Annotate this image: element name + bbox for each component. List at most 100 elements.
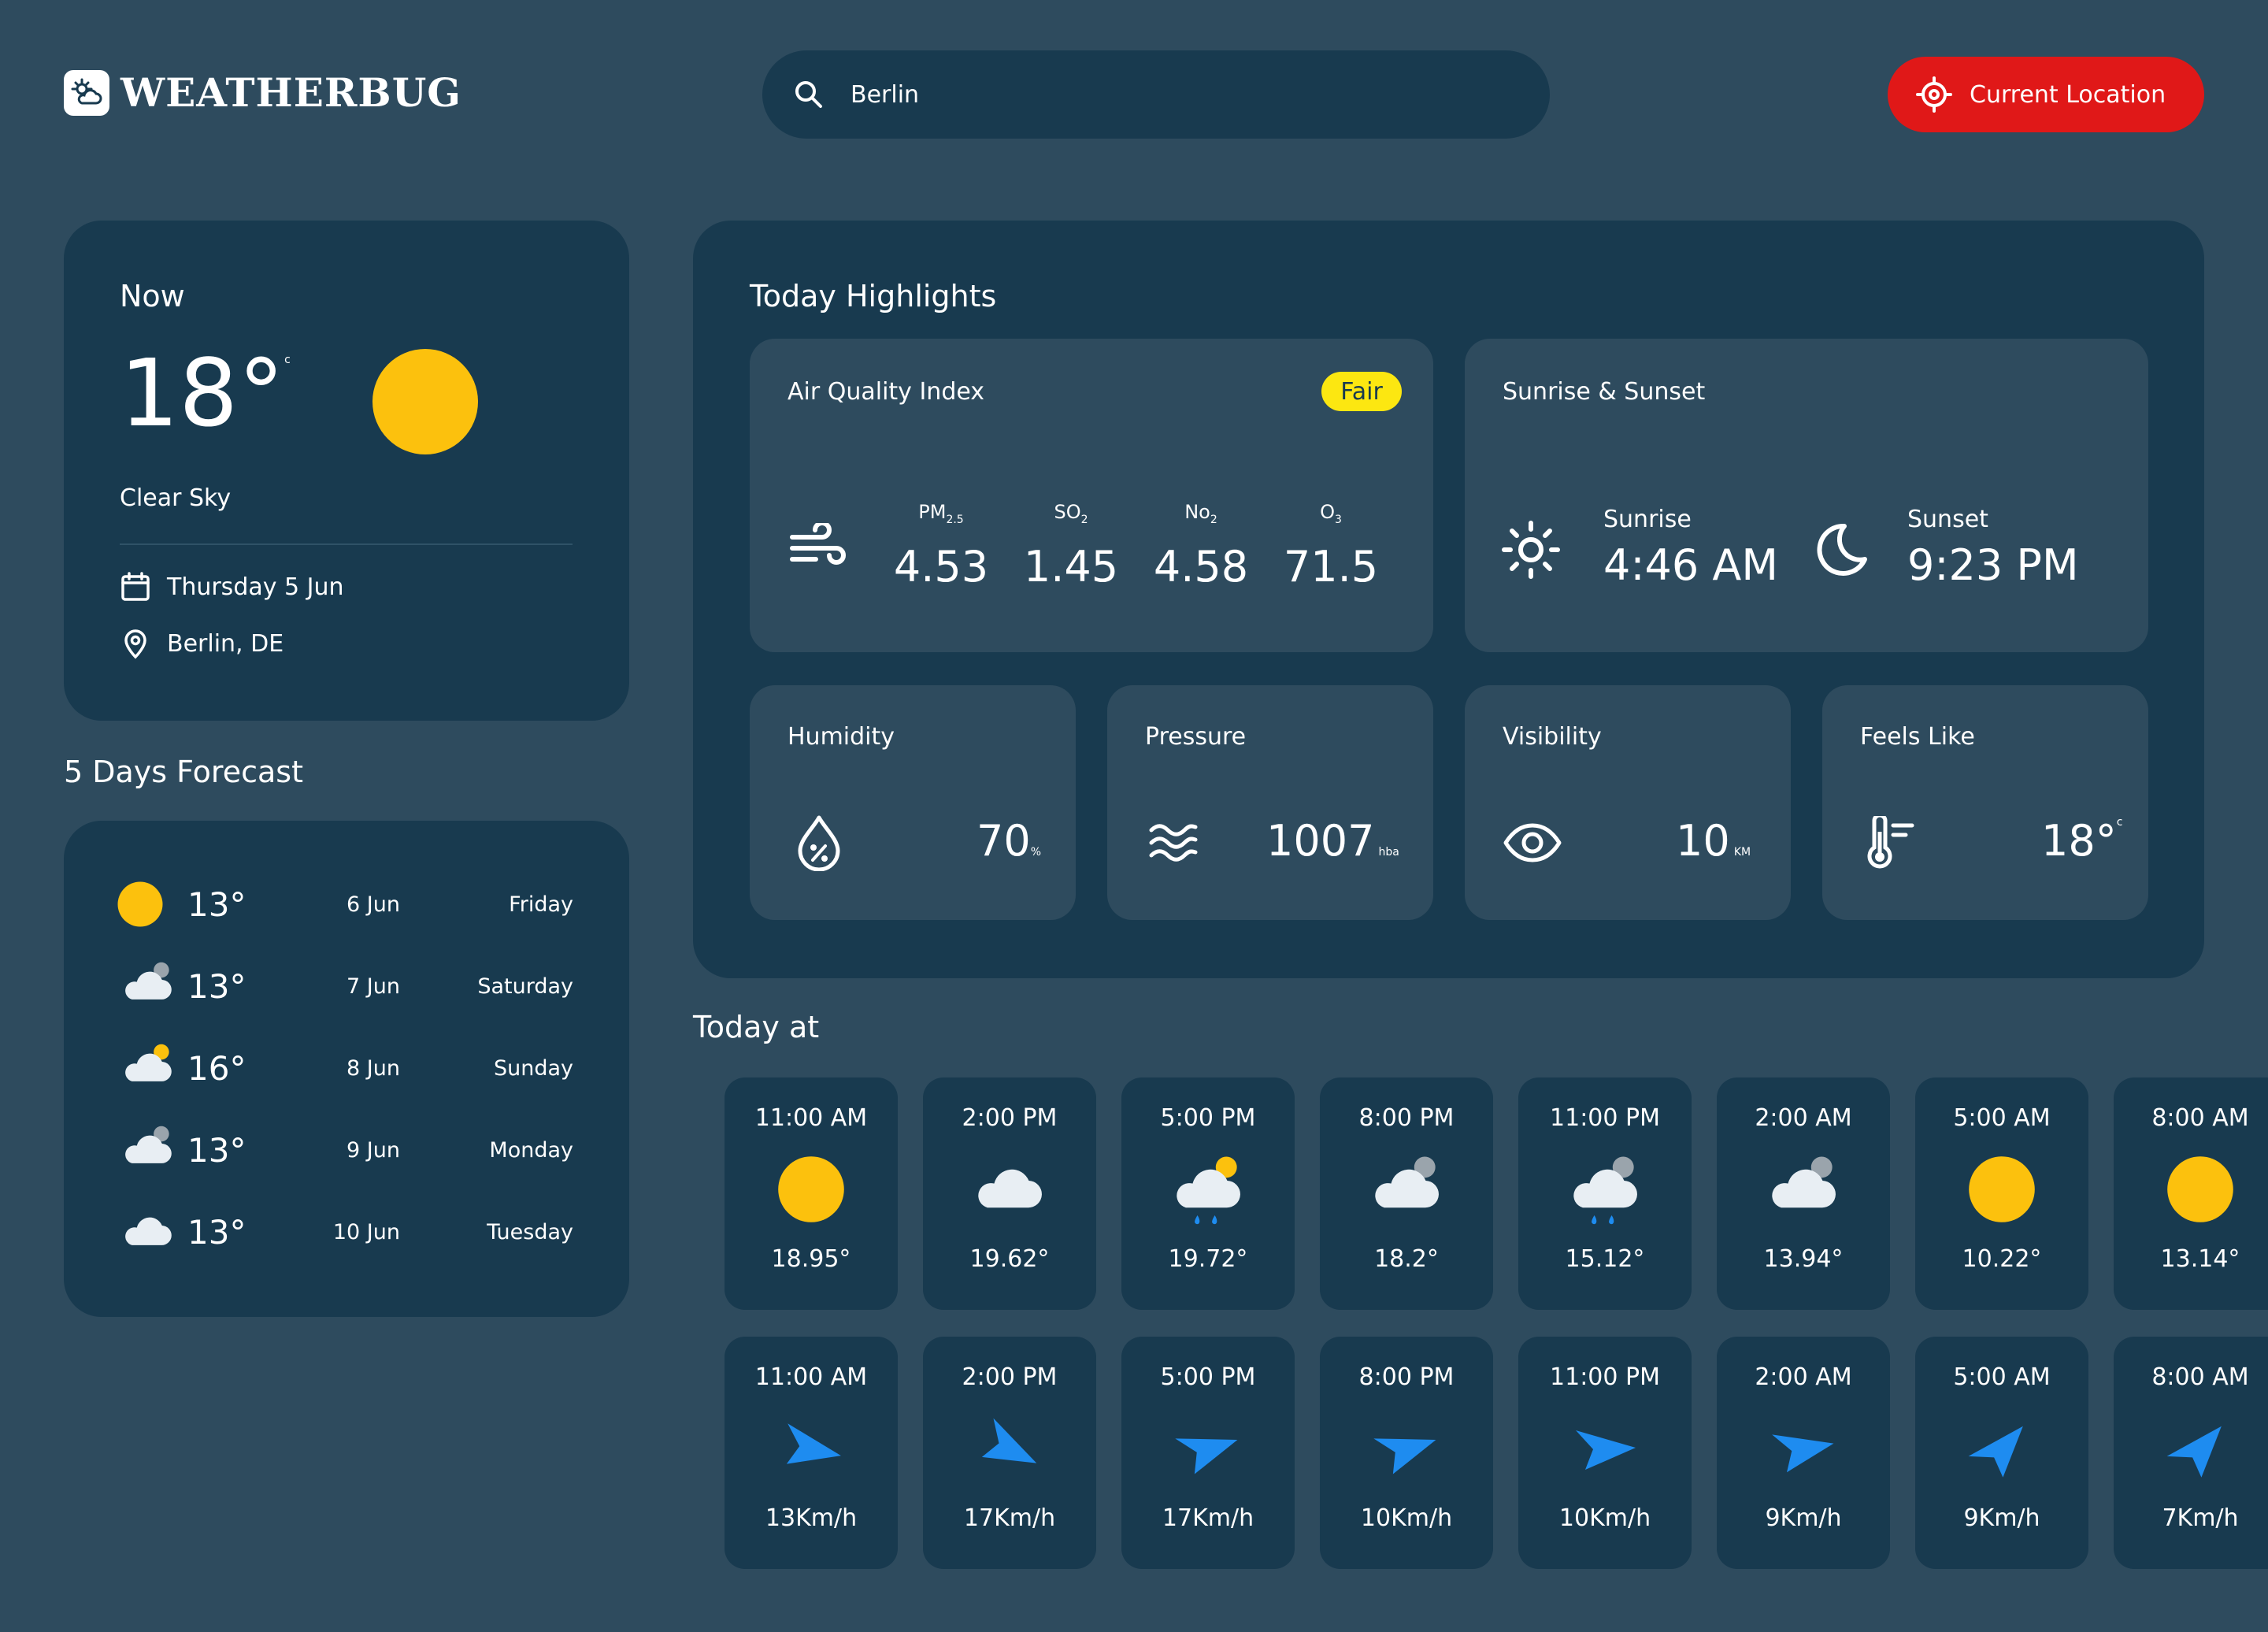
hourly-wind-card[interactable]: 11:00 AM 13Km/h <box>724 1337 898 1569</box>
cloud-night-icon <box>1320 1146 1493 1233</box>
hourly-wind-card[interactable]: 5:00 PM 17Km/h <box>1121 1337 1295 1569</box>
forecast-title: 5 Days Forecast <box>64 755 303 789</box>
visibility-number: 10 <box>1676 816 1730 866</box>
sunrise-label: Sunrise <box>1603 506 1692 533</box>
today-title: Today at <box>693 1010 820 1044</box>
location-row: Berlin, DE <box>120 628 284 659</box>
aqi-metric-label: SO2 <box>1012 501 1130 526</box>
logo-text: WEATHERBUG <box>120 69 461 116</box>
hourly-wind-card[interactable]: 8:00 PM 10Km/h <box>1320 1337 1493 1569</box>
calendar-icon <box>120 571 151 603</box>
feels-like-number: 18° <box>2041 816 2117 866</box>
hour-label: 5:00 AM <box>1953 1363 2051 1391</box>
aqi-metric-value: 4.53 <box>893 541 989 592</box>
sun-icon <box>1915 1146 2088 1233</box>
forecast-weekday: Sunday <box>493 1055 573 1081</box>
hour-temp: 19.62° <box>969 1245 1050 1273</box>
aqi-metric: O3 71.5 <box>1272 501 1390 592</box>
hourly-wind-card[interactable]: 2:00 PM 17Km/h <box>923 1337 1096 1569</box>
forecast-date: 9 Jun <box>346 1137 400 1163</box>
hourly-wind-card[interactable]: 5:00 AM 9Km/h <box>1915 1337 2088 1569</box>
visibility-unit: KM <box>1733 846 1751 859</box>
now-label: Now <box>120 279 185 313</box>
humidity-icon <box>794 814 844 874</box>
rain-night-icon <box>1518 1146 1692 1233</box>
hourly-temp-card[interactable]: 5:00 AM 10.22° <box>1915 1077 2088 1310</box>
hour-label: 5:00 PM <box>1160 1363 1256 1391</box>
eye-icon <box>1503 822 1562 866</box>
feels-like-card <box>1822 685 2148 920</box>
sunset-label: Sunset <box>1907 506 1988 533</box>
sun-icon <box>724 1146 898 1233</box>
forecast-date: 8 Jun <box>346 1055 400 1081</box>
hour-label: 5:00 AM <box>1953 1104 2051 1132</box>
waves-icon <box>1148 819 1199 870</box>
forecast-temp: 13° <box>187 966 246 1006</box>
pressure-card <box>1107 685 1433 920</box>
sun-icon <box>2114 1146 2268 1233</box>
wind-direction-icon <box>1915 1405 2088 1492</box>
weather-condition: Clear Sky <box>120 484 232 512</box>
divider <box>120 543 573 545</box>
hourly-temp-card[interactable]: 11:00 AM 18.95° <box>724 1077 898 1310</box>
aqi-subscript: 2 <box>1080 513 1088 526</box>
search-bar[interactable] <box>762 50 1550 139</box>
wind-speed: 9Km/h <box>1765 1504 1842 1532</box>
cloud-sun-icon <box>64 69 109 116</box>
current-location-button[interactable]: Current Location <box>1888 57 2204 132</box>
hourly-temp-card[interactable]: 2:00 AM 13.94° <box>1717 1077 1890 1310</box>
aqi-status-badge: Fair <box>1321 372 1402 411</box>
temp-unit: c <box>284 354 291 366</box>
hourly-temp-card[interactable]: 11:00 PM 15.12° <box>1518 1077 1692 1310</box>
hourly-wind-card[interactable]: 2:00 AM 9Km/h <box>1717 1337 1890 1569</box>
current-date: Thursday 5 Jun <box>167 573 344 601</box>
aqi-subscript: 2 <box>1210 513 1217 526</box>
forecast-weekday: Saturday <box>477 974 573 999</box>
aqi-key: O <box>1320 501 1335 523</box>
location-target-icon <box>1916 76 1952 113</box>
hour-temp: 13.14° <box>2160 1245 2240 1273</box>
search-input[interactable] <box>849 80 1482 109</box>
humidity-card <box>750 685 1076 920</box>
cloud-night-icon <box>117 1122 180 1178</box>
cloud-night-icon <box>1717 1146 1890 1233</box>
hour-label: 5:00 PM <box>1160 1104 1256 1132</box>
hourly-temp-card[interactable]: 8:00 PM 18.2° <box>1320 1077 1493 1310</box>
cloud-icon <box>117 1204 180 1259</box>
highlights-title: Today Highlights <box>750 279 997 313</box>
hour-temp: 18.2° <box>1374 1245 1439 1273</box>
pressure-label: Pressure <box>1145 723 1247 751</box>
location-pin-icon <box>120 628 151 659</box>
wind-direction-icon <box>923 1405 1096 1492</box>
hour-label: 11:00 PM <box>1550 1363 1660 1391</box>
hourly-temp-card[interactable]: 8:00 AM 13.14° <box>2114 1077 2268 1310</box>
aqi-title: Air Quality Index <box>788 378 985 406</box>
forecast-weekday: Tuesday <box>487 1219 573 1244</box>
feels-like-unit: c <box>2116 816 2123 829</box>
wind-direction-icon <box>1121 1405 1295 1492</box>
aqi-metric-label: No2 <box>1142 501 1260 526</box>
app-logo[interactable]: WEATHERBUG <box>64 69 461 116</box>
wind-direction-icon <box>1717 1405 1890 1492</box>
aqi-key: No <box>1184 501 1210 523</box>
forecast-row: 13° 6 Jun Friday <box>117 877 573 932</box>
hourly-wind-card[interactable]: 8:00 AM 7Km/h <box>2114 1337 2268 1569</box>
hour-label: 11:00 AM <box>754 1104 868 1132</box>
hourly-wind-card[interactable]: 11:00 PM 10Km/h <box>1518 1337 1692 1569</box>
hour-label: 2:00 PM <box>962 1363 1058 1391</box>
hour-temp: 13.94° <box>1763 1245 1844 1273</box>
aqi-key: PM <box>918 501 947 523</box>
visibility-value: 10 KM <box>1676 816 1751 866</box>
humidity-unit: % <box>1030 846 1042 859</box>
forecast-weekday: Monday <box>489 1137 573 1163</box>
hourly-temp-card[interactable]: 2:00 PM 19.62° <box>923 1077 1096 1310</box>
forecast-row: 13° 10 Jun Tuesday <box>117 1204 573 1259</box>
forecast-weekday: Friday <box>509 892 573 917</box>
hour-temp: 15.12° <box>1565 1245 1645 1273</box>
feels-like-label: Feels Like <box>1860 723 1975 751</box>
hourly-temp-card[interactable]: 5:00 PM 19.72° <box>1121 1077 1295 1310</box>
current-place: Berlin, DE <box>167 629 284 658</box>
aqi-metric-value: 71.5 <box>1283 541 1379 592</box>
forecast-date: 6 Jun <box>346 892 400 917</box>
wind-direction-icon <box>1320 1405 1493 1492</box>
